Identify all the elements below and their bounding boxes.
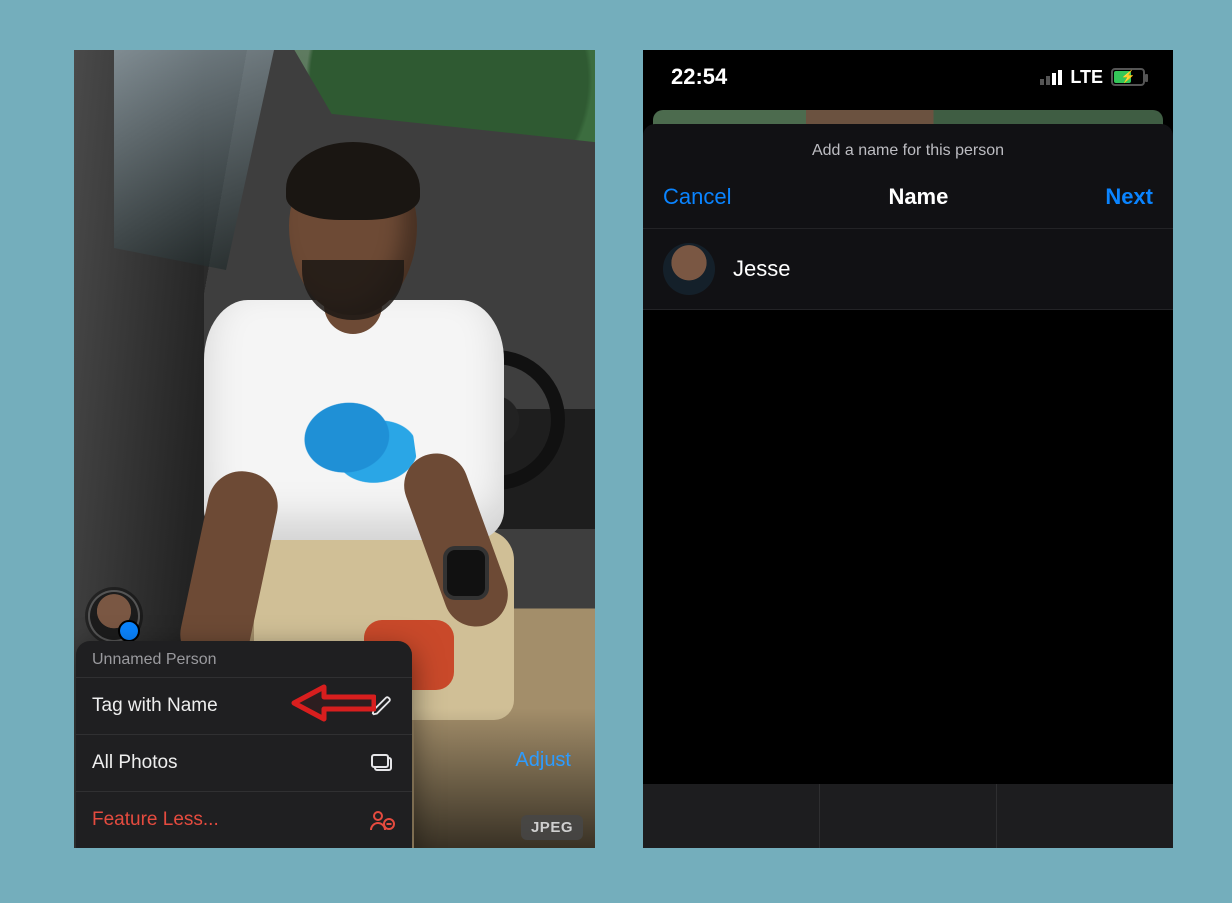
name-input-row xyxy=(643,228,1173,310)
detected-face-bubble[interactable] xyxy=(88,590,140,642)
menu-item-label: All Photos xyxy=(92,752,178,774)
red-arrow-annotation-icon xyxy=(288,683,376,729)
suggestion-slot[interactable] xyxy=(996,784,1173,848)
format-badge: JPEG xyxy=(521,815,583,840)
name-input[interactable] xyxy=(733,256,1153,282)
suggestion-slot[interactable] xyxy=(643,784,819,848)
sheet-caption: Add a name for this person xyxy=(643,124,1173,168)
network-label: LTE xyxy=(1070,67,1103,88)
menu-item-feature-less[interactable]: Feature Less... xyxy=(76,791,412,848)
menu-item-all-photos[interactable]: All Photos xyxy=(76,734,412,791)
right-screenshot: 22:54 LTE ⚡ Add a name for this person C… xyxy=(643,50,1173,848)
person-illustration xyxy=(194,150,514,670)
photo-stack-icon xyxy=(368,749,396,777)
next-button[interactable]: Next xyxy=(1105,184,1153,210)
battery-charging-icon: ⚡ xyxy=(1111,68,1145,86)
name-entry-sheet: Add a name for this person Cancel Name N… xyxy=(643,124,1173,310)
person-avatar xyxy=(663,243,715,295)
cellular-signal-icon xyxy=(1040,70,1062,85)
cancel-button[interactable]: Cancel xyxy=(663,184,731,210)
person-minus-icon xyxy=(368,806,396,834)
sheet-title: Name xyxy=(888,184,948,210)
status-bar: 22:54 LTE ⚡ xyxy=(643,50,1173,104)
watch-illustration xyxy=(447,550,485,596)
left-screenshot: Adjust JPEG Unnamed Person Tag with Name xyxy=(74,50,595,848)
menu-item-tag-with-name[interactable]: Tag with Name xyxy=(76,677,412,734)
menu-item-label: Feature Less... xyxy=(92,809,219,831)
pencil-icon xyxy=(368,692,396,720)
adjust-button[interactable]: Adjust xyxy=(515,749,571,772)
context-menu-header: Unnamed Person xyxy=(76,641,412,677)
keyboard-suggestion-bar[interactable] xyxy=(643,784,1173,848)
suggestion-slot[interactable] xyxy=(819,784,996,848)
photo-bottom-gradient: Adjust JPEG xyxy=(414,708,595,848)
status-time: 22:54 xyxy=(671,64,727,90)
person-context-menu: Unnamed Person Tag with Name All Photos xyxy=(76,641,412,848)
sheet-nav: Cancel Name Next xyxy=(643,168,1173,228)
menu-item-label: Tag with Name xyxy=(92,695,218,717)
